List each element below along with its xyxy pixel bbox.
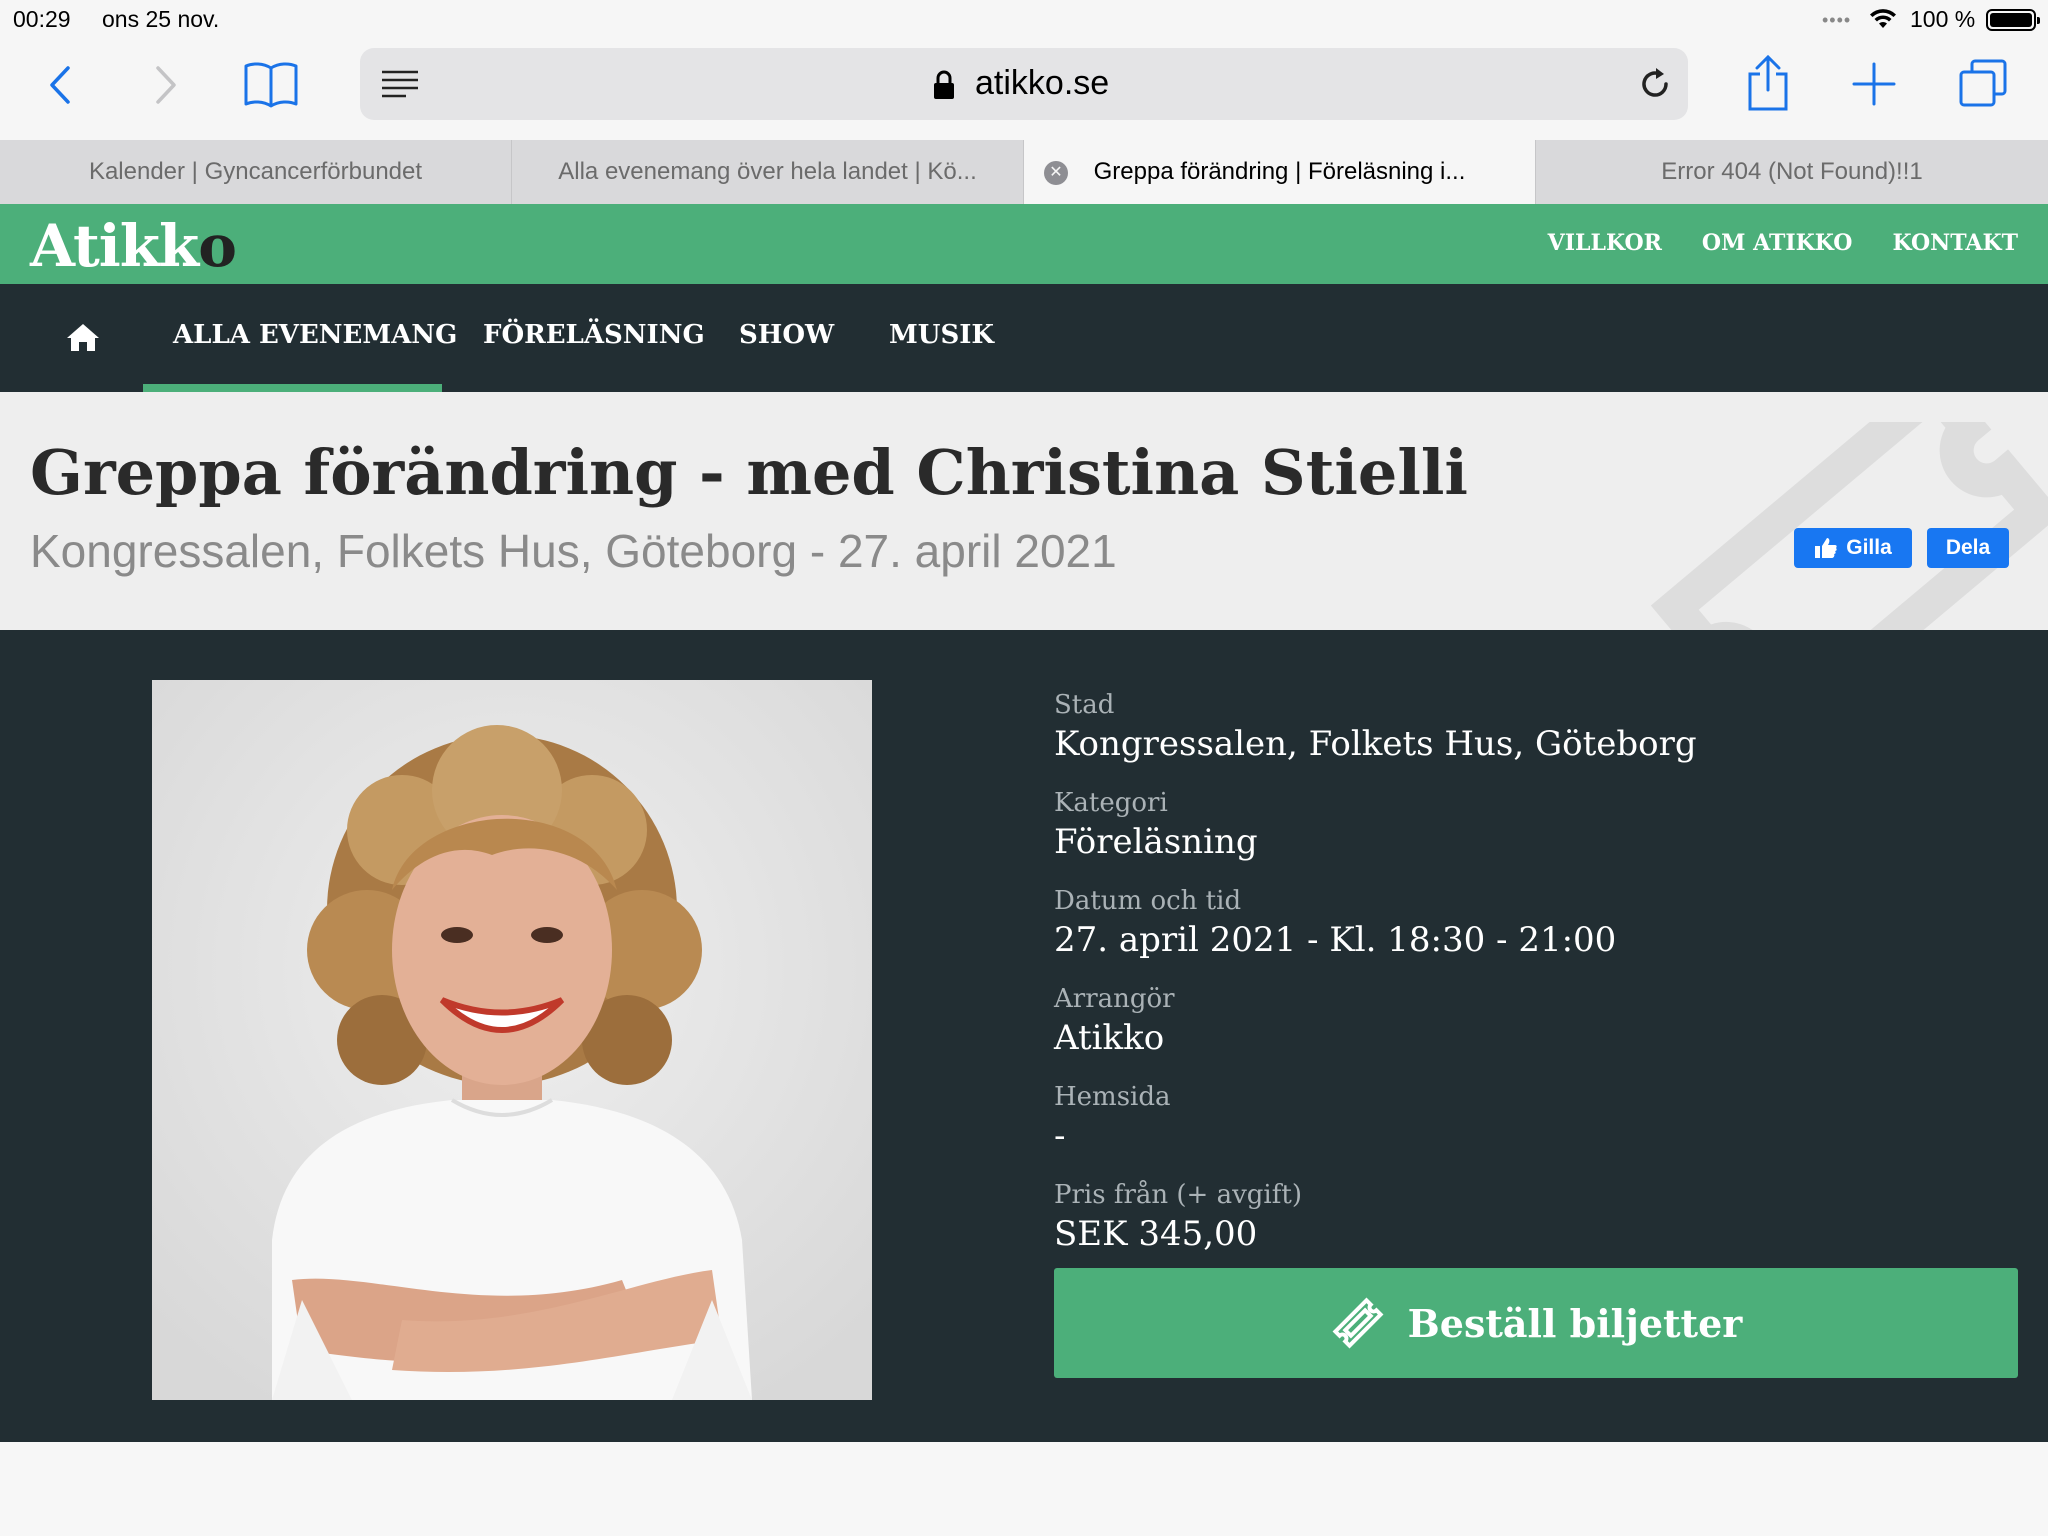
tab-greppa-forandring[interactable]: ✕ Greppa förändring | Föreläsning i... [1024, 140, 1536, 204]
reader-view-icon[interactable] [380, 68, 420, 100]
ticket-watermark-icon [1650, 422, 2048, 630]
battery-icon [1986, 9, 2040, 31]
status-time: 00:29 [13, 6, 71, 32]
info-value: 27. april 2021 - Kl. 18:30 - 21:00 [1054, 920, 1617, 960]
nav-show[interactable]: SHOW [739, 320, 834, 350]
nav-forelasning[interactable]: FÖRELÄSNING [483, 320, 705, 350]
nav-kontakt[interactable]: KONTAKT [1892, 230, 2018, 256]
info-label: Arrangör [1054, 984, 1175, 1014]
tab-alla-evenemang[interactable]: Alla evenemang över hela landet | Kö... [512, 140, 1024, 204]
thumbs-up-icon [1815, 538, 1837, 558]
info-value: SEK 345,00 [1054, 1214, 1258, 1254]
tab-error-404[interactable]: Error 404 (Not Found)!!1 [1536, 140, 2048, 204]
home-icon[interactable] [66, 322, 100, 352]
buy-tickets-button[interactable]: Beställ biljetter [1054, 1268, 2018, 1378]
wifi-icon [1870, 9, 1896, 28]
info-row-arrangor: Arrangör Atikko [1054, 982, 1697, 1060]
info-row-pris: Pris från (+ avgift) SEK 345,00 [1054, 1178, 1697, 1256]
browser-toolbar: atikko.se [0, 42, 2048, 140]
tab-title: Kalender | Gyncancerförbundet [88, 158, 423, 185]
info-value: - [1054, 1116, 1066, 1156]
info-label: Hemsida [1054, 1082, 1171, 1112]
close-tab-icon[interactable]: ✕ [1044, 161, 1068, 185]
active-nav-indicator [143, 384, 442, 392]
status-date: ons 25 nov. [102, 6, 220, 32]
info-label: Kategori [1054, 788, 1168, 818]
nav-om-atikko[interactable]: OM ATIKKO [1702, 230, 1853, 256]
nav-villkor[interactable]: VILLKOR [1548, 230, 1662, 256]
url-text: atikko.se [975, 64, 1110, 102]
info-label: Stad [1054, 690, 1115, 720]
info-row-stad: Stad Kongressalen, Folkets Hus, Göteborg [1054, 688, 1697, 766]
tab-title: Greppa förändring | Föreläsning i... [1093, 158, 1466, 185]
info-label: Datum och tid [1054, 886, 1242, 916]
tabs-overview-icon[interactable] [1956, 56, 2010, 110]
event-details: Stad Kongressalen, Folkets Hus, Göteborg… [0, 630, 2048, 1442]
back-icon[interactable] [40, 60, 80, 110]
info-value: Föreläsning [1054, 822, 1258, 862]
event-info: Stad Kongressalen, Folkets Hus, Göteborg… [1054, 688, 1697, 1276]
facebook-share-button[interactable]: Dela [1927, 528, 2009, 568]
info-row-datum: Datum och tid 27. april 2021 - Kl. 18:30… [1054, 884, 1697, 962]
tab-bar: Kalender | Gyncancerförbundet Alla evene… [0, 140, 2048, 204]
info-value: Kongressalen, Folkets Hus, Göteborg [1054, 724, 1697, 764]
signal-dots-icon: •••• [1822, 10, 1852, 30]
info-row-hemsida: Hemsida - [1054, 1080, 1697, 1158]
nav-musik[interactable]: MUSIK [889, 320, 994, 350]
tab-title: Alla evenemang över hela landet | Kö... [558, 158, 977, 185]
atikko-logo[interactable]: Atikko [30, 212, 237, 280]
ticket-icon [1332, 1297, 1384, 1349]
tab-gyncancer[interactable]: Kalender | Gyncancerförbundet [0, 140, 512, 204]
main-nav: ALLA EVENEMANG FÖRELÄSNING SHOW MUSIK [0, 284, 2048, 392]
event-title: Greppa förändring - med Christina Stiell… [30, 436, 1468, 509]
event-header: Greppa förändring - med Christina Stiell… [0, 392, 2048, 630]
info-row-kategori: Kategori Föreläsning [1054, 786, 1697, 864]
buy-tickets-label: Beställ biljetter [1407, 1300, 1743, 1346]
status-bar: 00:29 ons 25 nov. •••• 100 % [0, 0, 2048, 42]
site-header: Atikko VILLKOR OM ATIKKO KONTAKT [0, 204, 2048, 284]
lock-icon [934, 70, 954, 99]
address-bar[interactable]: atikko.se [360, 48, 1688, 120]
info-label: Pris från (+ avgift) [1054, 1180, 1302, 1210]
new-tab-icon[interactable] [1850, 60, 1898, 108]
info-value: Atikko [1054, 1018, 1165, 1058]
nav-alla-evenemang[interactable]: ALLA EVENEMANG [173, 320, 457, 350]
forward-icon[interactable] [146, 60, 186, 110]
bookmarks-icon[interactable] [240, 56, 302, 112]
reload-icon[interactable] [1635, 64, 1675, 104]
below-fold-section [0, 1442, 2048, 1536]
tab-title: Error 404 (Not Found)!!1 [1661, 158, 1923, 185]
event-photo [152, 680, 872, 1400]
battery-percent: 100 % [1910, 6, 1976, 32]
share-icon[interactable] [1742, 52, 1794, 114]
like-label: Gilla [1846, 536, 1892, 559]
share-label: Dela [1945, 536, 1991, 559]
facebook-like-button[interactable]: Gilla [1794, 528, 1912, 568]
event-subtitle: Kongressalen, Folkets Hus, Göteborg - 27… [30, 525, 1117, 577]
top-nav: VILLKOR OM ATIKKO KONTAKT [1548, 230, 2018, 256]
